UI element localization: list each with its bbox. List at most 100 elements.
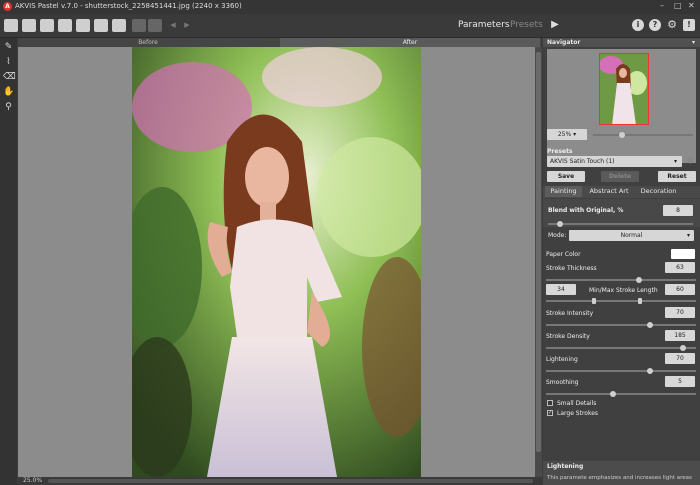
- notifications-icon[interactable]: !: [683, 19, 695, 31]
- stroke-density-value[interactable]: 185: [665, 330, 695, 341]
- batch-icon[interactable]: [76, 19, 90, 32]
- smoothing-value[interactable]: 5: [665, 376, 695, 387]
- crop-icon[interactable]: [148, 19, 162, 32]
- reset-preset-button[interactable]: Reset: [658, 171, 696, 182]
- run-icon[interactable]: ▶: [549, 19, 561, 31]
- tab-before[interactable]: Before: [18, 38, 278, 47]
- status-bar: 25.0%: [18, 477, 542, 485]
- save-file-icon[interactable]: [22, 19, 36, 32]
- chevron-down-icon: ▾: [687, 232, 691, 239]
- lightening-track[interactable]: [546, 370, 696, 372]
- help-icon[interactable]: ?: [649, 19, 661, 31]
- stroke-density-label: Stroke Density: [546, 333, 590, 340]
- scrollbar-thumb[interactable]: [536, 52, 541, 452]
- redo-icon[interactable]: ▶: [180, 19, 194, 32]
- mode-select[interactable]: Normal: [569, 230, 694, 241]
- paper-color-swatch[interactable]: [671, 249, 695, 259]
- navigator-title: Navigator: [547, 39, 581, 46]
- open-file-icon[interactable]: [4, 19, 18, 32]
- painted-photo[interactable]: [132, 47, 421, 477]
- settings-icon[interactable]: ⚙: [666, 19, 678, 31]
- settings-panel: Navigator ▾ 25% ▾ Presets AKVIS Satin To…: [543, 38, 700, 485]
- max-stroke-handle[interactable]: [638, 298, 642, 304]
- zoom-select[interactable]: 25% ▾: [547, 129, 587, 140]
- stroke-density-track[interactable]: [546, 347, 696, 349]
- hint-text: This paramete emphasizes and increases l…: [547, 475, 692, 481]
- blend-slider-track[interactable]: [548, 223, 693, 225]
- stroke-length-track[interactable]: [546, 300, 696, 302]
- min-stroke-handle[interactable]: [592, 298, 596, 304]
- tab-after[interactable]: After: [280, 38, 540, 47]
- lightening-label: Lightening: [546, 356, 578, 363]
- presets-select[interactable]: AKVIS Satin Touch (1): [547, 156, 682, 167]
- window-title: AKVIS Pastel v.7.0 - shutterstock_225845…: [15, 2, 242, 10]
- zoom-icon[interactable]: ⚲: [3, 102, 14, 113]
- stroke-thickness-track[interactable]: [546, 279, 696, 281]
- minmax-stroke-label: Min/Max Stroke Length: [589, 287, 658, 294]
- stroke-thickness-value[interactable]: 63: [665, 262, 695, 273]
- large-strokes-checkbox[interactable]: ✓: [547, 410, 553, 416]
- title-bar: A AKVIS Pastel v.7.0 - shutterstock_2258…: [0, 0, 700, 14]
- max-stroke-value[interactable]: 60: [665, 284, 695, 295]
- chevron-down-icon[interactable]: ▾: [692, 38, 695, 47]
- view-tabs: Before After: [18, 38, 541, 47]
- parameters-tab[interactable]: Parameters: [458, 20, 510, 30]
- stroke-intensity-value[interactable]: 70: [665, 307, 695, 318]
- lightening-handle[interactable]: [647, 368, 653, 374]
- small-details-checkbox[interactable]: [547, 400, 553, 406]
- zoom-slider-track[interactable]: [593, 134, 693, 136]
- share-icon[interactable]: [94, 19, 108, 32]
- large-strokes-label: Large Strokes: [557, 410, 599, 417]
- horizontal-scrollbar[interactable]: [48, 479, 533, 483]
- stroke-thickness-handle[interactable]: [636, 277, 642, 283]
- paper-color-label: Paper Color: [546, 251, 581, 258]
- canvas-size-icon[interactable]: [132, 19, 146, 32]
- vertical-scrollbar[interactable]: [535, 47, 542, 478]
- close-button[interactable]: ✕: [688, 1, 695, 10]
- tab-decoration[interactable]: Decoration: [636, 186, 681, 197]
- save-preset-button[interactable]: Save: [547, 171, 585, 182]
- eraser-icon[interactable]: ⌫: [3, 72, 16, 83]
- blend-slider-handle[interactable]: [557, 221, 563, 227]
- hint-title: Lightening: [547, 463, 584, 470]
- stroke-density-handle[interactable]: [680, 345, 686, 351]
- min-stroke-value[interactable]: 34: [546, 284, 576, 295]
- tab-abstract-art[interactable]: Abstract Art: [585, 186, 633, 197]
- presets-tab[interactable]: Presets: [510, 20, 543, 30]
- tools-panel: ✎ ⌇ ⌫ ✋ ⚲: [0, 38, 17, 485]
- smoothing-handle[interactable]: [610, 391, 616, 397]
- chevron-down-icon: ▾: [674, 158, 678, 165]
- navigator-thumbnail[interactable]: [599, 53, 649, 125]
- zoom-status: 25.0%: [23, 477, 43, 484]
- smoothing-track[interactable]: [546, 393, 696, 395]
- direction-brush-icon[interactable]: ⌇: [3, 57, 14, 68]
- stroke-intensity-label: Stroke Intensity: [546, 310, 594, 317]
- export-icon[interactable]: [40, 19, 54, 32]
- minimize-button[interactable]: –: [660, 1, 664, 10]
- hand-icon[interactable]: ✋: [3, 87, 14, 98]
- plugin-icon[interactable]: [112, 19, 126, 32]
- presets-title: Presets: [547, 148, 573, 155]
- favorite-heart-icon[interactable]: ♥: [686, 156, 695, 167]
- small-details-label: Small Details: [557, 400, 597, 407]
- undo-icon[interactable]: ◀: [166, 19, 180, 32]
- navigator-header: Navigator ▾: [543, 38, 700, 47]
- maximize-button[interactable]: □: [674, 1, 682, 10]
- toolbar: ◀ ▶ Parameters Presets ▶ i ? ⚙ !: [0, 14, 700, 38]
- mode-label: Mode:: [548, 232, 567, 239]
- blend-value[interactable]: 8: [663, 205, 693, 216]
- stroke-thickness-label: Stroke Thickness: [546, 265, 597, 272]
- blend-label: Blend with Original, %: [548, 207, 624, 214]
- app-logo-icon: A: [3, 2, 12, 11]
- info-icon[interactable]: i: [632, 19, 644, 31]
- brush-icon[interactable]: ✎: [3, 42, 14, 53]
- print-icon[interactable]: [58, 19, 72, 32]
- tab-painting[interactable]: Painting: [545, 186, 582, 197]
- stroke-intensity-track[interactable]: [546, 324, 696, 326]
- zoom-slider-handle[interactable]: [619, 132, 625, 138]
- stroke-intensity-handle[interactable]: [647, 322, 653, 328]
- hint-box: Lightening This paramete emphasizes and …: [543, 461, 700, 485]
- lightening-value[interactable]: 70: [665, 353, 695, 364]
- delete-preset-button[interactable]: Delete: [601, 171, 639, 182]
- navigator-preview[interactable]: [547, 49, 696, 163]
